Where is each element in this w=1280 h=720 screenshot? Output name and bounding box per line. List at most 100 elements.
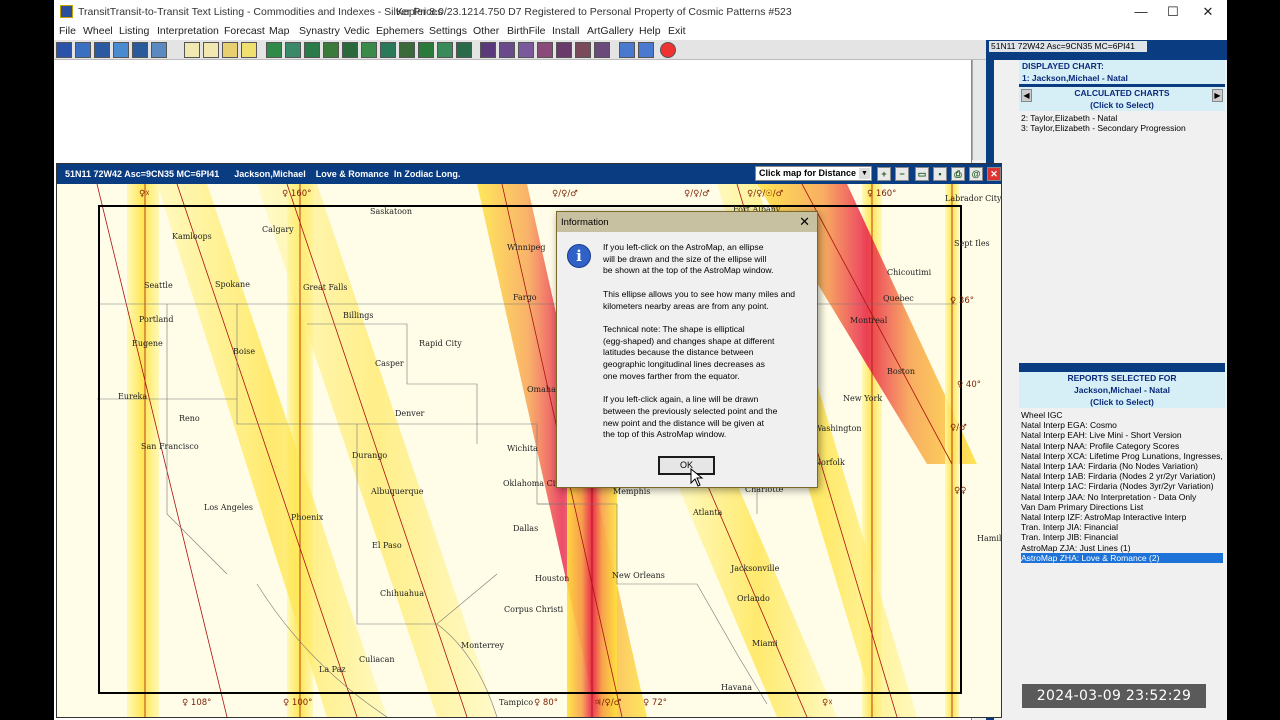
save-icon[interactable] (203, 42, 219, 58)
svg-text:Havana: Havana (721, 683, 752, 692)
menu-vedic[interactable]: Vedic (344, 25, 370, 37)
list-item[interactable]: Natal Interp EGA: Cosmo (1021, 420, 1223, 430)
reports-sub: (Click to Select) (1019, 396, 1225, 408)
settings-icon[interactable] (480, 42, 496, 58)
graph-icon[interactable] (380, 42, 396, 58)
aspect-icon[interactable] (285, 42, 301, 58)
list-item[interactable]: Natal Interp EAH: Live Mini - Short Vers… (1021, 430, 1223, 440)
list-item[interactable]: Natal Interp 1AA: Firdaria (No Nodes Var… (1021, 461, 1223, 471)
info-icon: i (567, 244, 591, 268)
menu-file[interactable]: File (59, 25, 76, 37)
list-item[interactable]: Natal Interp NAA: Profile Category Score… (1021, 441, 1223, 451)
menu-help[interactable]: Help (639, 25, 661, 37)
list-item[interactable]: Tran. Interp JIB: Financial (1021, 532, 1223, 542)
close-icon[interactable]: ✕ (799, 214, 810, 230)
menu-map[interactable]: Map (269, 25, 289, 37)
maximize-button[interactable]: ☐ (1156, 3, 1190, 21)
eph3-icon[interactable] (456, 42, 472, 58)
chevron-right-icon[interactable]: ▶ (1212, 89, 1223, 102)
distance-dropdown[interactable]: Click map for Distance ▼ (755, 166, 872, 181)
int-icon[interactable] (342, 42, 358, 58)
svg-text:Denver: Denver (395, 409, 425, 418)
astromap-canvas[interactable]: ♀☓ ♀ 160° ♀/♀/♂ ♀/♀/♂ ♀/♀/☉/♂ ♀ 160° ♀ 3… (57, 184, 1001, 717)
list-item[interactable]: Natal Interp XCA: Lifetime Prog Lunation… (1021, 451, 1225, 461)
menu-birthfile[interactable]: BirthFile (507, 25, 546, 37)
compare-icon[interactable] (132, 42, 148, 58)
email-icon[interactable]: @ (969, 167, 983, 181)
grid-icon[interactable] (304, 42, 320, 58)
svg-text:Montreal: Montreal (850, 316, 888, 325)
menu-forecast[interactable]: Forecast (224, 25, 265, 37)
zoom-in-icon[interactable] (619, 42, 635, 58)
chevron-left-icon[interactable]: ◀ (1021, 89, 1032, 102)
new-chart-icon[interactable] (56, 42, 72, 58)
chrome-icon[interactable] (660, 42, 676, 58)
list-item[interactable]: AstroMap ZJA: Just Lines (1) (1021, 543, 1223, 553)
report-icon[interactable] (94, 42, 110, 58)
open-icon[interactable] (184, 42, 200, 58)
list-item[interactable]: 3: Taylor,Elizabeth - Secondary Progress… (1021, 123, 1223, 133)
zoom-in-icon[interactable]: + (877, 167, 891, 181)
transit-icon[interactable] (113, 42, 129, 58)
bottom-label: ♀ 80° (534, 698, 558, 708)
svg-text:El Paso: El Paso (372, 541, 402, 550)
star-icon[interactable] (499, 42, 515, 58)
svg-text:Chihuahua: Chihuahua (380, 589, 424, 598)
list-item[interactable]: Wheel IGC (1021, 410, 1223, 420)
zoom-out-icon[interactable] (638, 42, 654, 58)
syn-icon[interactable] (418, 42, 434, 58)
menu-listing[interactable]: Listing (119, 25, 149, 37)
menu-other[interactable]: Other (473, 25, 499, 37)
note-icon[interactable] (241, 42, 257, 58)
dialog-paragraph: If you left-click again, a line will be … (603, 394, 778, 440)
eph-icon[interactable] (399, 42, 415, 58)
help-icon[interactable] (537, 42, 553, 58)
top-label: ♀/♀/♂ (684, 189, 710, 199)
svg-text:Labrador City: Labrador City (945, 194, 1001, 203)
window-icon[interactable]: ▭ (915, 167, 929, 181)
menu-settings[interactable]: Settings (429, 25, 467, 37)
list-item-selected[interactable]: AstroMap ZHA: Love & Romance (2) (1021, 552, 1223, 564)
wheel-icon[interactable] (75, 42, 91, 58)
close-icon[interactable]: ✕ (987, 167, 1001, 181)
reports-header: REPORTS SELECTED FOR (1019, 372, 1225, 384)
list-item[interactable]: Natal Interp IZF: AstroMap Interactive I… (1021, 512, 1223, 522)
eph2-icon[interactable] (437, 42, 453, 58)
reports-box: REPORTS SELECTED FOR Jackson,Michael - N… (1019, 372, 1225, 720)
print-icon[interactable] (222, 42, 238, 58)
list-item[interactable]: Natal Interp JAA: No Interpretation - Da… (1021, 492, 1223, 502)
dialog-message: If you left-click on the AstroMap, an el… (603, 242, 813, 453)
calculated-charts-list: 2: Taylor,Elizabeth - Natal 3: Taylor,El… (1019, 111, 1225, 135)
menu-install[interactable]: Install (552, 25, 579, 37)
vertical-scrollbar[interactable] (972, 60, 986, 160)
menu-wheel[interactable]: Wheel (83, 25, 113, 37)
atlas-icon[interactable] (556, 42, 572, 58)
clock-icon[interactable] (518, 42, 534, 58)
list-item[interactable]: Van Dam Primary Directions List (1021, 502, 1223, 512)
close-button[interactable]: ✕ (1191, 3, 1225, 21)
menu-ephemers[interactable]: Ephemers (376, 25, 424, 37)
right-label: ♀ 40° (957, 380, 981, 390)
menu-synastry[interactable]: Synastry (299, 25, 340, 37)
globe-icon[interactable] (151, 42, 167, 58)
list-item[interactable]: Tran. Interp JIA: Financial (1021, 522, 1223, 532)
menu-artgallery[interactable]: ArtGallery (587, 25, 634, 37)
list-icon[interactable] (323, 42, 339, 58)
top-label: ♀/♀/♂ (552, 189, 578, 199)
ok-button[interactable]: OK (658, 456, 715, 475)
list-item[interactable]: Natal Interp 1AC: Firdaria (Nodes 3yr/2y… (1021, 481, 1223, 491)
dial-icon[interactable] (266, 42, 282, 58)
zoom-out-icon[interactable]: − (895, 167, 909, 181)
cycle-icon[interactable] (361, 42, 377, 58)
minimize-button[interactable]: — (1124, 3, 1158, 21)
menu-interpretation[interactable]: Interpretation (157, 25, 219, 37)
list-item[interactable]: 2: Taylor,Elizabeth - Natal (1021, 113, 1223, 123)
calc-icon[interactable] (575, 42, 591, 58)
list-item[interactable]: Natal Interp 1AB: Firdaria (Nodes 2 yr/2… (1021, 471, 1223, 481)
book-icon[interactable] (594, 42, 610, 58)
menu-exit[interactable]: Exit (668, 25, 686, 37)
svg-text:Great Falls: Great Falls (303, 283, 347, 292)
svg-text:Billings: Billings (343, 311, 374, 320)
save-icon[interactable]: ▪ (933, 167, 947, 181)
print-icon[interactable]: ⎙ (951, 167, 965, 181)
